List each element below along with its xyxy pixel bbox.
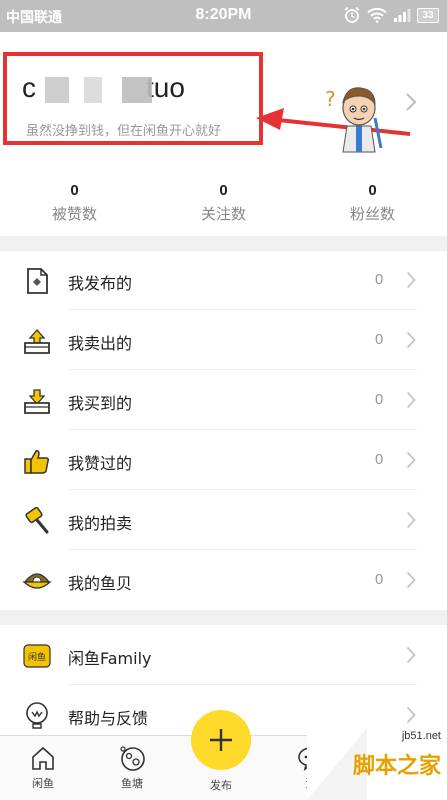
watermark: jb51.net 脚本之家 bbox=[307, 728, 447, 800]
section-divider bbox=[0, 610, 447, 625]
menu-item-label: 我赞过的 bbox=[68, 454, 133, 473]
menu-item-label: 闲鱼Family bbox=[68, 649, 152, 668]
menu-item-count: 0 bbox=[375, 571, 384, 588]
menu-item-label: 我发布的 bbox=[68, 274, 133, 293]
stat-followers[interactable]: 0 粉丝数 bbox=[298, 182, 447, 232]
chevron-right-icon bbox=[406, 706, 416, 724]
sell-box-icon bbox=[22, 326, 52, 356]
menu-item-count: 0 bbox=[375, 391, 384, 408]
plus-icon bbox=[210, 729, 232, 751]
menu-item-published[interactable]: 我发布的 0 bbox=[0, 250, 447, 310]
chevron-right-icon bbox=[406, 391, 416, 409]
menu-item-shells[interactable]: 我的鱼贝 0 bbox=[0, 550, 447, 610]
tab-home[interactable]: 闲鱼 bbox=[8, 736, 78, 791]
stat-likes[interactable]: 0 被赞数 bbox=[0, 182, 149, 232]
signal-icon bbox=[394, 9, 411, 22]
status-bar: 中国联通 8:20PM 33 bbox=[0, 0, 447, 32]
menu-primary: 我发布的 0 我卖出的 0 我买到的 0 我赞过的 0 我的拍卖 我的鱼贝 0 bbox=[0, 250, 447, 610]
chevron-right-icon bbox=[406, 93, 417, 111]
stat-value: 0 bbox=[70, 182, 79, 199]
document-icon bbox=[22, 266, 52, 296]
chevron-right-icon bbox=[406, 571, 416, 589]
battery-icon: 33 bbox=[417, 7, 439, 23]
chevron-right-icon bbox=[406, 646, 416, 664]
annotation-highlight-box bbox=[3, 52, 263, 145]
wifi-icon bbox=[367, 7, 387, 23]
tab-pond[interactable]: 鱼塘 bbox=[97, 736, 167, 791]
tab-label: 闲鱼 bbox=[32, 777, 54, 790]
stat-label: 被赞数 bbox=[51, 205, 97, 223]
alarm-icon bbox=[344, 6, 360, 23]
buy-box-icon bbox=[22, 386, 52, 416]
help-bulb-icon bbox=[22, 701, 52, 731]
tab-label: 鱼塘 bbox=[121, 777, 143, 790]
stat-following[interactable]: 0 关注数 bbox=[149, 182, 298, 232]
menu-item-label: 我的拍卖 bbox=[68, 514, 133, 533]
chevron-right-icon bbox=[406, 511, 416, 529]
chevron-right-icon bbox=[406, 331, 416, 349]
menu-item-label: 我买到的 bbox=[68, 394, 133, 413]
shell-icon bbox=[22, 566, 52, 596]
menu-item-liked[interactable]: 我赞过的 0 bbox=[0, 430, 447, 490]
chevron-right-icon bbox=[406, 271, 416, 289]
pond-icon bbox=[120, 746, 145, 771]
watermark-domain: jb51.net bbox=[401, 730, 441, 742]
profile-header[interactable]: c tuo 虽然没挣到钱，但在闲鱼开心就好 ? bbox=[0, 32, 447, 162]
status-icons: 33 bbox=[343, 6, 439, 24]
family-badge-text: 闲鱼 bbox=[28, 651, 46, 663]
menu-item-auction[interactable]: 我的拍卖 bbox=[0, 490, 447, 550]
menu-item-bought[interactable]: 我买到的 0 bbox=[0, 370, 447, 430]
menu-item-count: 0 bbox=[375, 451, 384, 468]
menu-item-sold[interactable]: 我卖出的 0 bbox=[0, 310, 447, 370]
thumbs-up-icon bbox=[22, 446, 52, 476]
menu-item-label: 我的鱼贝 bbox=[68, 574, 133, 593]
stat-label: 关注数 bbox=[200, 205, 246, 223]
watermark-brand: 脚本之家 bbox=[352, 754, 441, 779]
menu-item-family[interactable]: 闲鱼 闲鱼Family bbox=[0, 625, 447, 685]
section-divider bbox=[0, 236, 447, 251]
stat-value: 0 bbox=[219, 182, 228, 199]
menu-item-label: 我卖出的 bbox=[68, 334, 133, 353]
home-icon bbox=[32, 746, 54, 770]
family-badge-icon: 闲鱼 bbox=[22, 641, 52, 671]
stat-label: 粉丝数 bbox=[349, 205, 395, 223]
auction-hammer-icon bbox=[22, 506, 52, 536]
chevron-right-icon bbox=[406, 451, 416, 469]
publish-label: 发布 bbox=[210, 779, 232, 792]
menu-item-count: 0 bbox=[375, 271, 384, 288]
menu-item-label: 帮助与反馈 bbox=[68, 709, 149, 728]
svg-text:?: ? bbox=[325, 87, 336, 111]
avatar[interactable]: ? bbox=[323, 78, 383, 154]
stats-row: 0 被赞数 0 关注数 0 粉丝数 bbox=[0, 182, 447, 232]
menu-item-count: 0 bbox=[375, 331, 384, 348]
publish-button[interactable] bbox=[191, 710, 251, 770]
stat-value: 0 bbox=[368, 182, 377, 199]
